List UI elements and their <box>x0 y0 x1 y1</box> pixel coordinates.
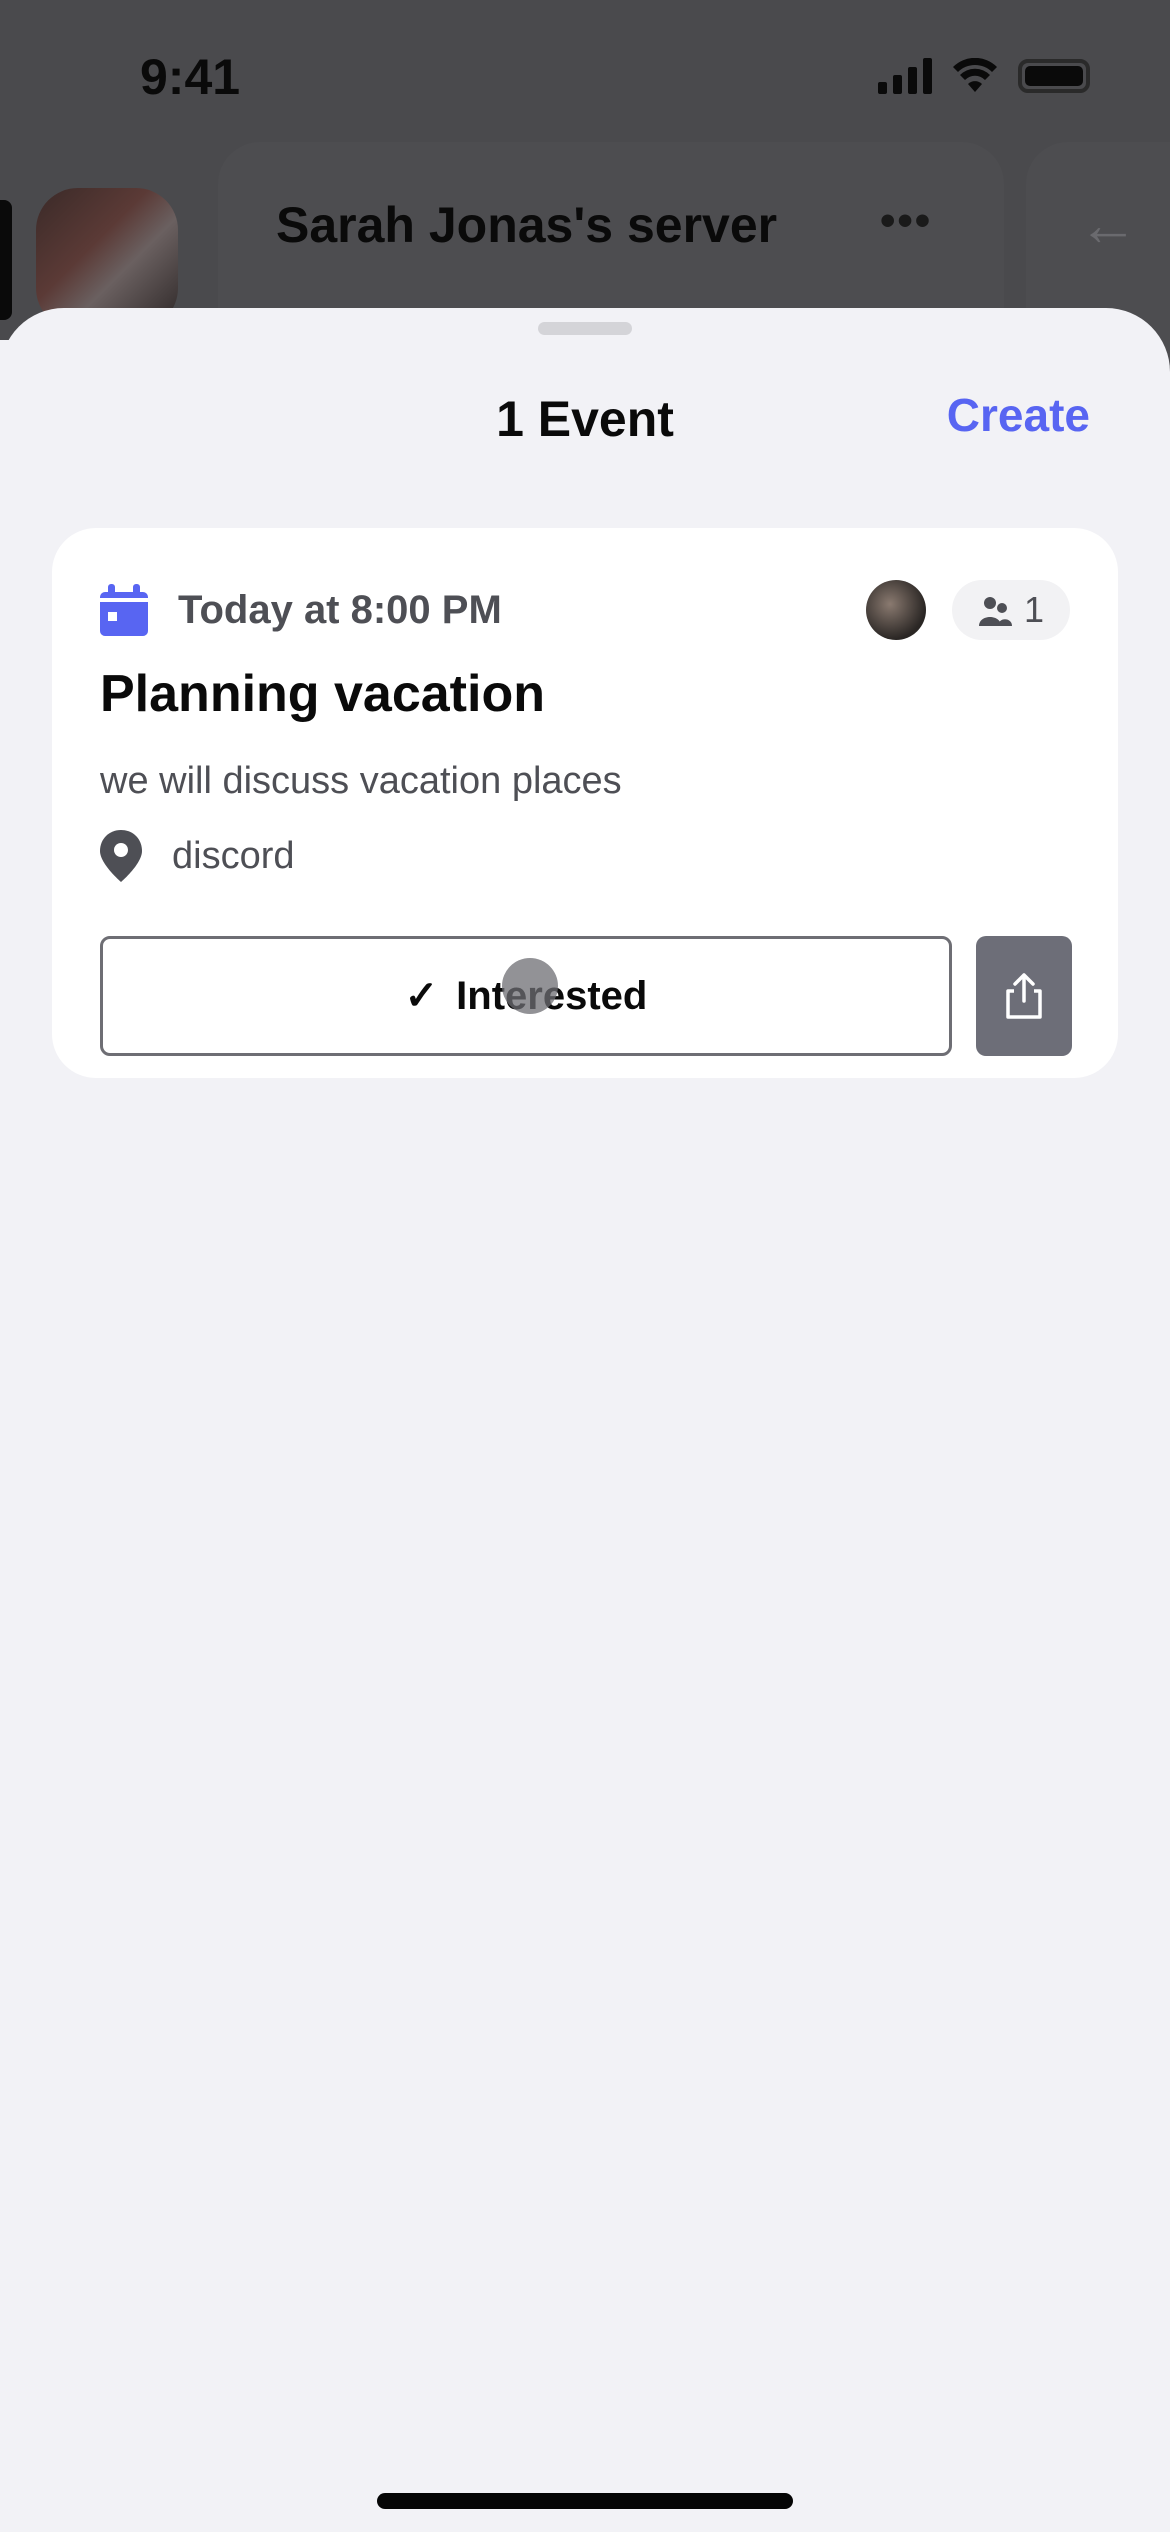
creator-avatar[interactable] <box>865 580 926 640</box>
wifi-icon <box>953 58 997 92</box>
event-meta-row: Today at 8:00 PM 1 <box>100 580 1070 640</box>
event-location: discord <box>100 826 295 886</box>
event-title: Planning vacation <box>100 665 545 723</box>
background-screen: 9:41 Sarah Jonas's server ••• ← <box>0 0 1170 442</box>
location-pin-icon <box>100 830 142 882</box>
location-text: discord <box>172 834 295 877</box>
people-icon <box>978 597 1012 626</box>
more-icon[interactable]: ••• <box>880 196 932 246</box>
share-button[interactable] <box>976 936 1072 1056</box>
cellular-signal-icon <box>878 58 932 94</box>
touch-indicator <box>502 958 558 1014</box>
interested-count: 1 <box>1023 589 1044 630</box>
calendar-icon <box>100 584 148 636</box>
event-card[interactable]: Today at 8:00 PM 1 Planning vacation we … <box>52 528 1118 1078</box>
status-time: 9:41 <box>140 49 241 105</box>
back-arrow-icon[interactable]: ← <box>1078 190 1138 259</box>
home-indicator[interactable] <box>377 2493 793 2509</box>
event-description: we will discuss vacation places <box>100 760 622 802</box>
checkmark-icon: ✓ <box>404 974 439 1018</box>
share-icon <box>1006 973 1042 1019</box>
status-icons <box>878 58 1090 94</box>
events-sheet: 1 Event Create Today at 8:00 PM 1 Planni… <box>0 308 1170 2532</box>
create-event-button[interactable]: Create <box>947 388 1090 442</box>
server-selected-indicator <box>0 200 12 320</box>
sheet-grabber[interactable] <box>538 322 632 335</box>
interested-count-pill[interactable]: 1 <box>951 580 1070 640</box>
event-time: Today at 8:00 PM <box>178 587 502 632</box>
server-name: Sarah Jonas's server <box>276 197 778 253</box>
battery-icon <box>1018 59 1090 93</box>
